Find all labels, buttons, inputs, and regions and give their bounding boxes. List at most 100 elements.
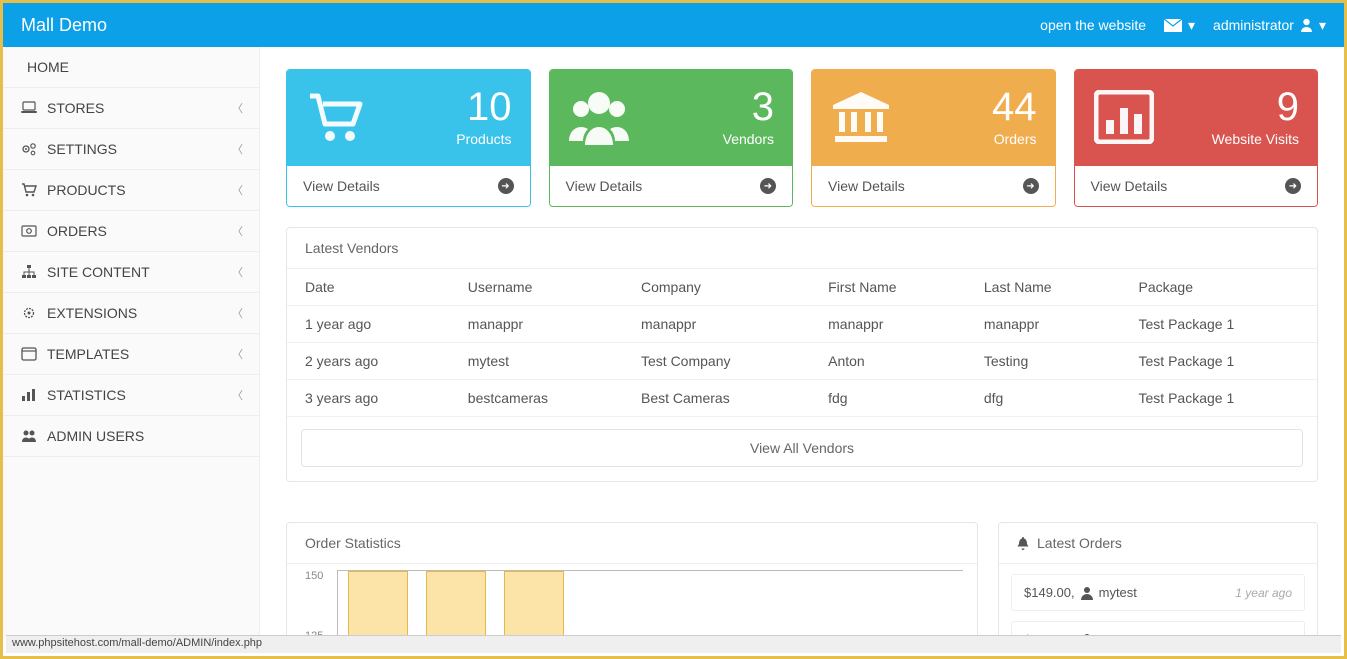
view-details-label: View Details — [1091, 178, 1168, 194]
stat-label: Website Visits — [1212, 131, 1299, 147]
sidebar-item-site-content[interactable]: SITE CONTENT〈 — [3, 252, 259, 293]
sidebar-item-extensions[interactable]: EXTENSIONS 〈 — [3, 293, 259, 334]
table-cell: Test Package 1 — [1121, 343, 1317, 380]
arrow-right-icon: ➜ — [498, 178, 514, 194]
view-details-label: View Details — [303, 178, 380, 194]
chart-bar — [426, 571, 486, 638]
column-header: First Name — [810, 269, 966, 306]
sidebar-item-label: TEMPLATES — [47, 346, 129, 362]
sidebar-item-admin-users[interactable]: ADMIN USERS — [3, 416, 259, 457]
vendors-table: DateUsernameCompanyFirst NameLast NamePa… — [287, 269, 1317, 417]
table-cell: mytest — [450, 343, 623, 380]
stat-label: Vendors — [723, 131, 774, 147]
view-details-link[interactable]: View Details➜ — [812, 166, 1055, 206]
arrow-right-icon: ➜ — [1285, 178, 1301, 194]
stat-card-website-visits: 9 Website Visits View Details ➜ — [1074, 69, 1319, 207]
user-menu[interactable]: administrator ▾ — [1213, 17, 1326, 34]
sidebar-item-templates[interactable]: TEMPLATES〈 — [3, 334, 259, 375]
sidebar-item-label: STATISTICS — [47, 387, 126, 403]
stat-value: 10 — [456, 87, 511, 127]
table-cell: Best Cameras — [623, 380, 810, 417]
window-icon — [19, 347, 39, 361]
table-cell: manappr — [966, 306, 1121, 343]
stat-value: 3 — [723, 87, 774, 127]
content-area: 10ProductsView Details➜3VendorsView Deta… — [260, 47, 1344, 638]
caret-down-icon: ▾ — [1319, 17, 1326, 34]
chevron-left-icon: 〈 — [232, 305, 243, 321]
table-cell: bestcameras — [450, 380, 623, 417]
view-details-link[interactable]: View Details ➜ — [287, 166, 530, 206]
sidebar-item-label: HOME — [27, 59, 69, 75]
table-cell: Anton — [810, 343, 966, 380]
stat-label: Orders — [992, 131, 1037, 147]
table-cell: Test Package 1 — [1121, 306, 1317, 343]
view-details-link[interactable]: View Details ➜ — [1075, 166, 1318, 206]
table-row[interactable]: 1 year agomanapprmanapprmanapprmanapprTe… — [287, 306, 1317, 343]
gear-icon — [19, 306, 39, 320]
view-all-vendors-button[interactable]: View All Vendors — [301, 429, 1303, 467]
view-details-label: View Details — [566, 178, 643, 194]
laptop-icon — [19, 101, 39, 115]
view-details-label: View Details — [828, 178, 905, 194]
sidebar-item-products[interactable]: PRODUCTS 〈 — [3, 170, 259, 211]
chart-bar — [348, 571, 408, 638]
table-row[interactable]: 2 years agomytestTest CompanyAntonTestin… — [287, 343, 1317, 380]
bell-icon — [1017, 537, 1029, 550]
column-header: Package — [1121, 269, 1317, 306]
chevron-left-icon: 〈 — [232, 182, 243, 198]
sidebar-item-orders[interactable]: ORDERS 〈 — [3, 211, 259, 252]
stat-label: Products — [456, 131, 511, 147]
table-row[interactable]: 3 years agobestcamerasBest Camerasfdgdfg… — [287, 380, 1317, 417]
order-item[interactable]: $149.00, mytest1 year ago — [1011, 574, 1305, 611]
cart-icon — [301, 90, 371, 144]
column-header: Username — [450, 269, 623, 306]
chevron-left-icon: 〈 — [232, 141, 243, 157]
chart-bar — [504, 571, 564, 638]
stat-value: 44 — [992, 87, 1037, 127]
cart-icon — [19, 183, 39, 197]
table-cell: 3 years ago — [287, 380, 450, 417]
table-cell: 1 year ago — [287, 306, 450, 343]
topbar: Mall Demo open the website ▾ administrat… — [3, 3, 1344, 47]
stat-value: 9 — [1212, 87, 1299, 127]
open-website-link[interactable]: open the website — [1040, 17, 1146, 33]
sidebar-item-home[interactable]: HOME — [3, 47, 259, 88]
table-cell: Test Package 1 — [1121, 380, 1317, 417]
table-cell: dfg — [966, 380, 1121, 417]
stat-card-products: 10 Products View Details ➜ — [286, 69, 531, 207]
sidebar-item-label: SETTINGS — [47, 141, 117, 157]
user-label: administrator — [1213, 17, 1294, 33]
caret-down-icon: ▾ — [1188, 17, 1195, 34]
sidebar-item-label: PRODUCTS — [47, 182, 126, 198]
chevron-left-icon: 〈 — [232, 387, 243, 403]
messages-menu[interactable]: ▾ — [1164, 17, 1195, 34]
sidebar-item-label: STORES — [47, 100, 104, 116]
brand: Mall Demo — [21, 15, 107, 36]
latest-vendors-panel: Latest Vendors DateUsernameCompanyFirst … — [286, 227, 1318, 482]
chart-icon — [19, 388, 39, 402]
sidebar-item-statistics[interactable]: STATISTICS 〈 — [3, 375, 259, 416]
users-icon — [19, 429, 39, 443]
panel-title: Latest Vendors — [287, 228, 1317, 269]
latest-orders-panel: Latest Orders $149.00, mytest1 year ago$… — [998, 522, 1318, 638]
column-header: Date — [287, 269, 450, 306]
sidebar-item-label: ADMIN USERS — [47, 428, 144, 444]
table-cell: fdg — [810, 380, 966, 417]
sidebar-item-settings[interactable]: SETTINGS 〈 — [3, 129, 259, 170]
panel-title: Order Statistics — [287, 523, 977, 564]
chevron-left-icon: 〈 — [232, 100, 243, 116]
y-tick: 150 — [305, 570, 323, 582]
money-icon — [19, 224, 39, 238]
stat-card-vendors: 3 Vendors View Details➜ — [549, 69, 794, 207]
view-details-link[interactable]: View Details➜ — [550, 166, 793, 206]
panel-title: Latest Orders — [999, 523, 1317, 564]
sidebar-item-stores[interactable]: STORES 〈 — [3, 88, 259, 129]
order-statistics-panel: Order Statistics 150 125 — [286, 522, 978, 638]
table-cell: manappr — [450, 306, 623, 343]
stat-cards-row: 10ProductsView Details➜3VendorsView Deta… — [286, 69, 1318, 207]
sidebar-item-label: ORDERS — [47, 223, 107, 239]
chevron-left-icon: 〈 — [232, 223, 243, 239]
order-stats-chart: 150 125 — [287, 564, 977, 638]
column-header: Last Name — [966, 269, 1121, 306]
sidebar-item-label: EXTENSIONS — [47, 305, 137, 321]
